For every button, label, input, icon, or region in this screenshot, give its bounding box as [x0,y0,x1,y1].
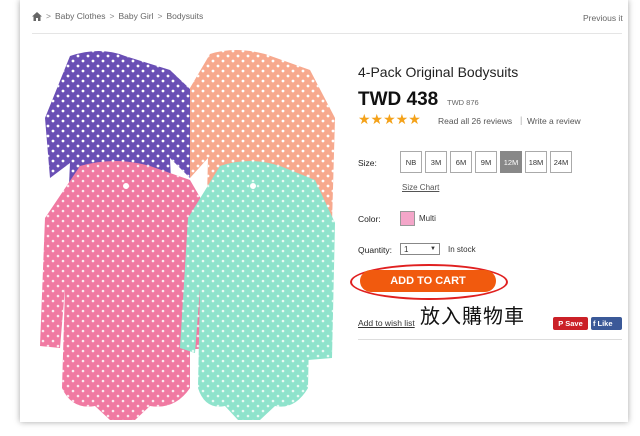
size-option-18m[interactable]: 18M [525,151,547,173]
color-label: Color: [358,214,381,224]
color-swatch[interactable] [400,211,415,226]
previous-item-link[interactable]: Previous it [583,13,623,23]
product-image [40,50,335,420]
divider: | [520,115,523,125]
facebook-icon: f [593,319,596,328]
product-title: 4-Pack Original Bodysuits [358,64,519,80]
pinterest-icon: P [558,319,564,328]
size-chart-link[interactable]: Size Chart [402,183,439,192]
product-price: TWD 438 [358,89,439,110]
stock-status: In stock [448,245,476,254]
divider [358,339,622,340]
original-price: TWD 876 [447,98,479,107]
breadcrumb: > Baby Clothes > Baby Girl > Bodysuits [32,11,203,21]
quantity-value: 1 [404,244,409,254]
pinterest-label: Save [565,319,583,328]
facebook-like-button[interactable]: f Like [591,317,622,330]
rating-stars-icon: ★★★★★ [358,111,421,127]
write-review-link[interactable]: Write a review [527,116,581,126]
pinterest-save-button[interactable]: P Save [553,317,588,330]
size-option-3m[interactable]: 3M [425,151,447,173]
size-selector: NB 3M 6M 9M 12M 18M 24M [400,151,572,173]
breadcrumb-bodysuits[interactable]: Bodysuits [166,11,203,21]
size-option-nb[interactable]: NB [400,151,422,173]
breadcrumb-separator: > [157,11,163,21]
quantity-label: Quantity: [358,245,393,255]
chevron-down-icon: ▼ [430,246,436,252]
size-option-6m[interactable]: 6M [450,151,472,173]
add-to-cart-button[interactable]: ADD TO CART [360,270,496,292]
home-icon[interactable] [32,11,42,21]
facebook-label: Like [597,319,613,328]
divider [32,33,622,34]
breadcrumb-separator: > [46,11,51,21]
color-value: Multi [419,214,436,223]
size-label: Size: [358,158,377,168]
breadcrumb-baby-clothes[interactable]: Baby Clothes [55,11,106,21]
breadcrumb-baby-girl[interactable]: Baby Girl [119,11,154,21]
mint-bodysuit [180,161,335,420]
read-reviews-link[interactable]: Read all 26 reviews [438,116,512,126]
breadcrumb-separator: > [109,11,115,21]
size-option-24m[interactable]: 24M [550,151,572,173]
annotation-text: 放入購物車 [420,304,525,328]
quantity-select[interactable]: 1 ▼ [400,243,440,255]
size-option-12m[interactable]: 12M [500,151,522,173]
add-to-wishlist-link[interactable]: Add to wish list [358,318,415,328]
size-option-9m[interactable]: 9M [475,151,497,173]
